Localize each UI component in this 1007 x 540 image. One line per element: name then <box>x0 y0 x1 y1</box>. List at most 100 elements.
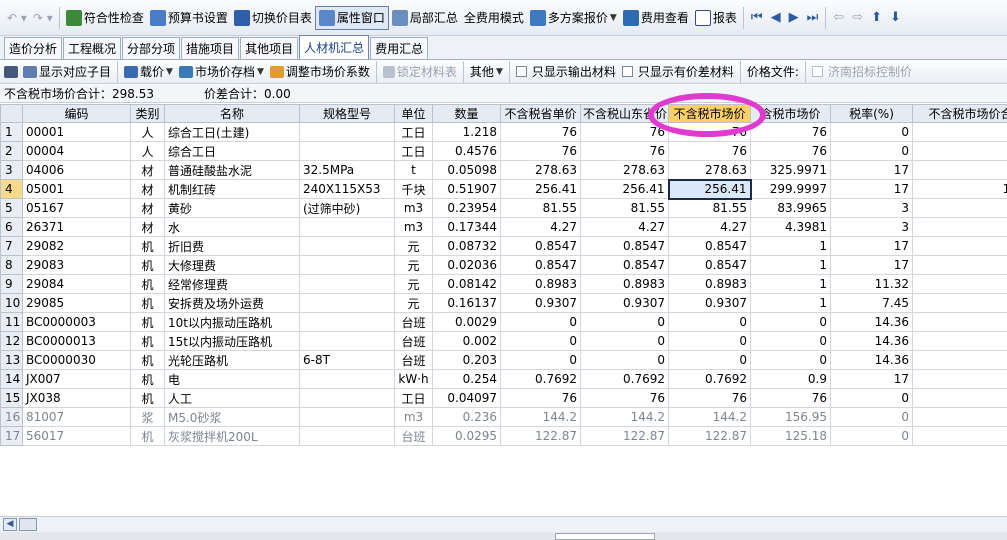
row-number[interactable]: 11 <box>0 312 23 332</box>
table-cell[interactable]: 0.7692 <box>668 369 751 389</box>
table-cell[interactable]: 3.6 <box>912 426 1007 446</box>
table-row[interactable]: 15JX038机人工工日0.040977676767603.1 <box>0 388 1007 408</box>
row-number[interactable]: 3 <box>0 160 23 180</box>
table-cell[interactable]: 0.8983 <box>668 274 751 294</box>
row-number[interactable]: 7 <box>0 236 23 256</box>
table-cell[interactable]: 125.18 <box>750 426 831 446</box>
scroll-thumb[interactable] <box>19 518 37 531</box>
tab-measure-items[interactable]: 措施项目 <box>181 37 240 59</box>
table-cell[interactable]: 4.27 <box>580 217 669 237</box>
table-cell[interactable]: 00004 <box>22 141 131 161</box>
table-cell[interactable] <box>299 407 395 427</box>
table-cell[interactable]: 299.9997 <box>750 179 831 199</box>
table-cell[interactable]: 综合工日(土建) <box>164 122 300 142</box>
budget-settings-button[interactable]: 预算书设置 <box>147 6 231 30</box>
table-row[interactable]: 13 BC0000030 机光轮压路机 6-8T 台班 0.203 0 0 0 0 14.36 <box>0 350 1007 370</box>
table-row[interactable]: 729082机折旧费元0.087320.85470.85470.85471170… <box>0 236 1007 256</box>
table-cell[interactable]: 76 <box>750 141 831 161</box>
table-cell[interactable]: 0 <box>830 122 913 142</box>
table-cell[interactable]: 元 <box>394 274 433 294</box>
table-cell[interactable]: 台班 <box>394 331 433 351</box>
table-cell[interactable]: 05001 <box>22 179 131 199</box>
column-header[interactable]: 单位 <box>394 104 433 123</box>
table-cell[interactable]: 机 <box>130 369 165 389</box>
table-cell[interactable]: 122.87 <box>668 426 751 446</box>
table-cell[interactable] <box>299 293 395 313</box>
table-cell[interactable]: 材 <box>130 179 165 199</box>
table-cell[interactable]: 0 <box>500 331 581 351</box>
table-cell[interactable]: 76 <box>580 141 669 161</box>
table-cell[interactable]: 14.36 <box>830 312 913 332</box>
table-cell[interactable]: 76 <box>500 388 581 408</box>
table-cell[interactable]: 29085 <box>22 293 131 313</box>
table-row[interactable]: 200004人综合工日工日0.457676767676034.7 <box>0 141 1007 161</box>
table-cell[interactable]: 0.203 <box>432 350 501 370</box>
table-cell[interactable]: 0.254 <box>432 369 501 389</box>
tab-project-overview[interactable]: 工程概况 <box>63 37 122 59</box>
table-cell[interactable]: 76 <box>668 388 751 408</box>
tab-fee-summary[interactable]: 费用汇总 <box>370 37 429 59</box>
table-cell[interactable]: 机制红砖 <box>164 179 300 199</box>
full-fee-mode-button[interactable]: 全费用模式 <box>461 6 527 30</box>
table-cell[interactable]: 56017 <box>22 426 131 446</box>
table-cell[interactable]: 0.8547 <box>500 255 581 275</box>
table-cell[interactable]: 76 <box>668 122 751 142</box>
table-cell[interactable]: 4.27 <box>500 217 581 237</box>
table-cell[interactable] <box>299 369 395 389</box>
table-cell[interactable]: 工日 <box>394 122 433 142</box>
table-cell[interactable] <box>299 426 395 446</box>
table-cell[interactable]: 256.41 <box>667 178 752 200</box>
table-cell[interactable]: 1.218 <box>432 122 501 142</box>
jinan-control-price-checkbox[interactable]: 济南招标控制价 <box>809 63 915 80</box>
table-cell[interactable]: 76 <box>750 388 831 408</box>
table-cell[interactable]: 256.41 <box>500 179 581 199</box>
tab-cost-analysis[interactable]: 造价分析 <box>4 37 63 59</box>
table-row[interactable]: 626371材水m30.173444.274.274.274.398130.7 <box>0 217 1007 237</box>
table-cell[interactable]: 0.4576 <box>432 141 501 161</box>
table-cell[interactable]: 3.1 <box>912 388 1007 408</box>
market-price-archive-button[interactable]: 市场价存档 ▼ <box>176 63 267 80</box>
table-cell[interactable]: 122.87 <box>580 426 669 446</box>
table-cell[interactable]: 1 <box>750 255 831 275</box>
undo-icon[interactable]: ↶ ▾ <box>4 11 30 25</box>
table-row[interactable]: 8 29083 机大修理费元 0.02036 0.8547 0.8547 0.8547 1 17… <box>0 255 1007 275</box>
table-cell[interactable] <box>912 312 1007 332</box>
table-cell[interactable]: 0 <box>668 312 751 332</box>
table-row[interactable]: 12 BC0000013 机 15t以内振动压路机 台班 0.002 0 0 0 0 14.36 <box>0 331 1007 351</box>
table-cell[interactable] <box>299 312 395 332</box>
table-cell[interactable]: 26371 <box>22 217 131 237</box>
table-cell[interactable] <box>299 217 395 237</box>
fee-view-button[interactable]: 费用查看 <box>620 6 692 30</box>
table-cell[interactable]: 0 <box>500 312 581 332</box>
table-cell[interactable] <box>299 122 395 142</box>
table-cell[interactable]: 17 <box>830 236 913 256</box>
table-row[interactable]: 3 04006 材普通硅酸盐水泥 32.5MPa t 0.05098 278.63 278.6… <box>0 160 1007 180</box>
row-number[interactable]: 15 <box>0 388 23 408</box>
table-cell[interactable]: 工日 <box>394 388 433 408</box>
table-cell[interactable]: 0. <box>912 369 1007 389</box>
tab-labor-material-machine-summary[interactable]: 人材机汇总 <box>299 35 370 59</box>
table-cell[interactable] <box>299 388 395 408</box>
table-cell[interactable]: 0.8983 <box>500 274 581 294</box>
table-row[interactable]: 4 05001 材机制红砖 240X115X53 千块 0.51907 256.41 256.… <box>0 178 1007 200</box>
table-cell[interactable]: 0.0029 <box>432 312 501 332</box>
lock-material-table-button[interactable]: 锁定材料表 <box>380 63 460 80</box>
table-cell[interactable]: 278.63 <box>580 160 669 180</box>
show-sub-items-button[interactable]: 显示对应子目 <box>20 63 114 80</box>
table-cell[interactable]: 7.45 <box>830 293 913 313</box>
column-header[interactable]: 不含税山东省价 <box>580 104 669 123</box>
table-cell[interactable]: 材 <box>130 198 165 218</box>
table-cell[interactable]: m3 <box>394 198 433 218</box>
table-cell[interactable]: 0 <box>668 331 751 351</box>
row-number[interactable]: 9 <box>0 274 23 294</box>
table-cell[interactable]: 0 <box>750 350 831 370</box>
only-output-materials-checkbox[interactable]: 只显示输出材料 <box>513 63 619 80</box>
conformity-check-button[interactable]: 符合性检查 <box>63 6 147 30</box>
table-cell[interactable]: 14.36 <box>830 331 913 351</box>
table-cell[interactable]: 浆 <box>130 407 165 427</box>
table-cell[interactable]: 04006 <box>22 160 131 180</box>
table-row[interactable]: 9 29084 机经常修理费元 0.08142 0.8983 0.8983 0.8983 1 1… <box>0 274 1007 294</box>
table-cell[interactable]: 4.27 <box>668 217 751 237</box>
next-icon[interactable]: ▶ <box>785 10 803 25</box>
table-cell[interactable]: 机 <box>130 255 165 275</box>
